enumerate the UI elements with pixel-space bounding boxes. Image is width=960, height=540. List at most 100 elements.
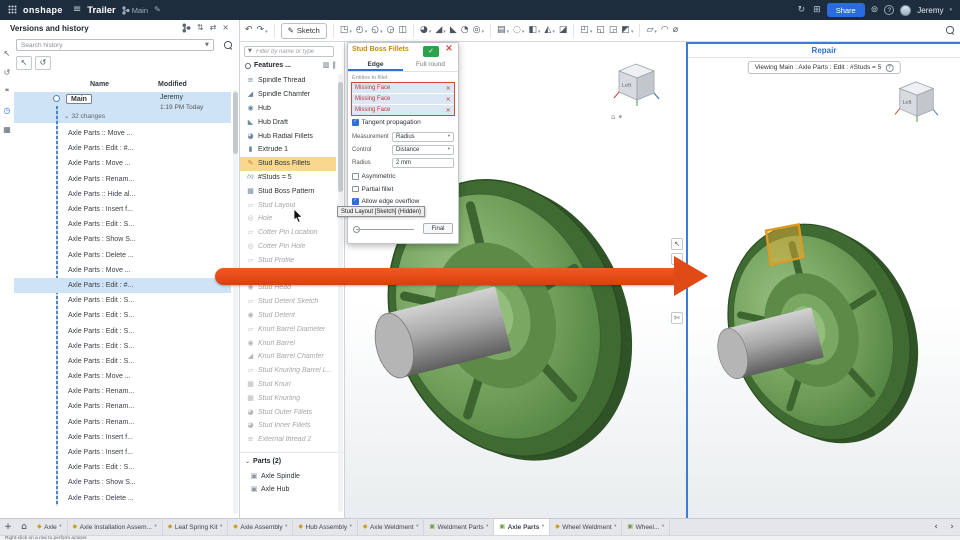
app-grid-icon[interactable] <box>8 5 17 16</box>
insert-tab-icon[interactable]: + <box>0 519 16 535</box>
dropdown-caret-icon[interactable]: ▾ <box>481 30 484 35</box>
feature-row[interactable]: ◕Stud Outer Fillets <box>240 405 336 419</box>
radius-input[interactable]: 2 mm <box>392 158 454 168</box>
version-row[interactable]: Axle Parts : Insert f... <box>14 430 231 445</box>
circular-pattern-icon[interactable]: ◌▾ <box>513 26 524 35</box>
helix-icon[interactable]: ◠ <box>661 26 669 35</box>
version-row[interactable]: Axle Parts : Delete ... <box>14 491 231 506</box>
plane-icon[interactable]: ▱▾ <box>646 26 656 35</box>
share-button[interactable]: Share <box>827 3 865 17</box>
document-tab[interactable]: ◆Axle▾ <box>32 519 68 535</box>
dropdown-caret-icon[interactable]: ▾ <box>538 30 541 35</box>
measurement-select[interactable]: Radius ▾ <box>392 132 454 142</box>
delete-part-icon[interactable]: ◱ <box>596 26 605 35</box>
tangent-propagation-checkbox[interactable]: ✓ Tangent propagation <box>352 119 421 126</box>
sketch-button[interactable]: ✎Sketch <box>281 23 327 39</box>
mirror-icon[interactable]: ◧▾ <box>528 26 540 35</box>
dropdown-caret-icon[interactable]: ▾ <box>654 30 657 35</box>
feature-row[interactable]: ◕Hub Radial Fillets <box>240 129 336 143</box>
version-row[interactable]: Axle Parts : Move ... <box>14 369 231 384</box>
remove-entity-icon[interactable]: × <box>446 96 454 103</box>
dropdown-caret-icon[interactable]: ▾ <box>522 30 525 35</box>
remove-entity-icon[interactable]: × <box>446 85 454 92</box>
comments-icon[interactable]: ❝ <box>5 88 9 96</box>
part-row[interactable]: ▣Axle Spindle <box>240 470 336 483</box>
confirm-button[interactable]: ✓ <box>423 46 439 57</box>
preview-slider[interactable] <box>356 229 414 230</box>
changes-toggle[interactable]: ⌄ 32 changes <box>64 113 105 120</box>
feature-row[interactable]: ◣Hub Draft <box>240 115 336 129</box>
dropdown-caret-icon[interactable]: ▾ <box>590 30 593 35</box>
restore-version-button[interactable]: ↺ <box>35 56 51 70</box>
view-home-icon[interactable]: ⌂ <box>611 114 615 121</box>
feature-row[interactable]: ◢Knurl Barrel Chamfer <box>240 350 336 364</box>
version-row[interactable]: Axle Parts : Renam... <box>14 384 231 399</box>
version-row[interactable]: Axle Parts : Insert f... <box>14 445 231 460</box>
version-row[interactable]: Axle Parts : Edit : S... <box>14 323 231 338</box>
final-button[interactable]: Final <box>423 223 453 234</box>
shell-icon[interactable]: ◔ <box>461 26 469 35</box>
version-row[interactable]: Axle Parts : Insert f... <box>14 202 231 217</box>
version-row[interactable]: Axle Parts : Move ... <box>14 156 231 171</box>
draft-icon[interactable]: ◣ <box>450 26 457 35</box>
missing-face-entry[interactable]: Missing Face× <box>352 105 454 115</box>
apps-icon[interactable]: ⊞ <box>813 6 821 15</box>
create-branch-icon[interactable] <box>182 23 191 33</box>
version-row[interactable]: Axle Parts : Renam... <box>14 399 231 414</box>
scrollbar-thumb[interactable] <box>338 82 343 192</box>
version-row[interactable]: Axle Parts : Show S... <box>14 232 231 247</box>
versions-icon[interactable]: ◷ <box>4 107 11 115</box>
settings-icon[interactable]: ⊚ <box>871 6 879 15</box>
chamfer-icon[interactable]: ◢▾ <box>435 26 445 35</box>
document-tab[interactable]: ▣Weldment Parts▾ <box>424 519 494 535</box>
feature-row[interactable]: (x)#Studs = 5 <box>240 171 336 185</box>
feature-row[interactable]: ✎Stud Boss Fillets <box>240 157 336 171</box>
version-row[interactable]: Axle Parts : Renam... <box>14 172 231 187</box>
expand-panel-icon[interactable]: ↖ <box>671 238 683 250</box>
feature-filter-input[interactable] <box>244 46 334 57</box>
highlighted-face[interactable] <box>766 224 803 265</box>
dropdown-caret-icon[interactable]: ▾ <box>265 30 268 35</box>
search-icon[interactable] <box>224 41 233 50</box>
tab-edge[interactable]: Edge <box>348 59 403 71</box>
document-tab[interactable]: ▣Axle Parts▾ <box>494 519 550 535</box>
features-scrollbar[interactable] <box>338 74 343 512</box>
control-select[interactable]: Distance ▾ <box>392 145 454 155</box>
undo-icon[interactable]: ↶ <box>245 26 253 35</box>
version-row[interactable]: Axle Parts : Edit : S... <box>14 293 231 308</box>
revolve-icon[interactable]: ◴▾ <box>356 26 367 35</box>
feature-row[interactable]: ≡External thread 2 <box>240 433 336 447</box>
feature-row[interactable]: ▱Stud Layout <box>240 198 336 212</box>
remove-entity-icon[interactable]: × <box>446 107 454 114</box>
asymmetric-checkbox[interactable]: Asymmetric <box>352 173 395 180</box>
feature-row[interactable]: ▱Cotter Pin Location <box>240 226 336 240</box>
cancel-button[interactable]: × <box>445 44 453 54</box>
search-history-input[interactable] <box>16 39 214 51</box>
search-tools-icon[interactable] <box>946 26 955 35</box>
missing-face-entry[interactable]: Missing Face× <box>352 83 454 93</box>
measure-icon[interactable]: ⌀ <box>673 26 678 35</box>
help-icon[interactable]: ? <box>884 5 894 15</box>
sync-icon[interactable]: ↻ <box>798 6 806 15</box>
feature-row[interactable]: ◉Hub <box>240 102 336 116</box>
dropdown-caret-icon[interactable]: ▾ <box>365 30 368 35</box>
feature-row[interactable]: ▱Stud Detent Sketch <box>240 295 336 309</box>
user-name[interactable]: Jeremy <box>917 6 943 15</box>
feature-row[interactable]: ≡Spindle Thread <box>240 74 336 88</box>
section-view-icon[interactable]: ✄ <box>671 312 683 324</box>
feature-row[interactable]: ◕Stud Inner Fillets <box>240 419 336 433</box>
version-row[interactable]: Axle Parts : Delete ... <box>14 248 231 263</box>
partial-fillet-checkbox[interactable]: Partial fillet <box>352 186 393 193</box>
version-row[interactable]: Axle Parts : Edit : S... <box>14 354 231 369</box>
scroll-tabs-left-icon[interactable]: ‹ <box>928 519 944 535</box>
dropdown-caret-icon[interactable]: ▾ <box>349 30 352 35</box>
version-row[interactable]: Axle Parts : Edit : S... <box>14 217 231 232</box>
dropdown-caret-icon[interactable]: ▾ <box>429 30 432 35</box>
part-row[interactable]: ▣Axle Hub <box>240 483 336 496</box>
hole-icon[interactable]: ◎▾ <box>473 26 484 35</box>
fillet-icon[interactable]: ◕▾ <box>420 26 431 35</box>
feature-row[interactable]: ▮Extrude 1 <box>240 143 336 157</box>
dropdown-caret-icon[interactable]: ▾ <box>631 30 634 35</box>
onshape-logo[interactable]: onshape <box>23 5 63 15</box>
dropdown-caret-icon[interactable]: ▾ <box>380 30 383 35</box>
